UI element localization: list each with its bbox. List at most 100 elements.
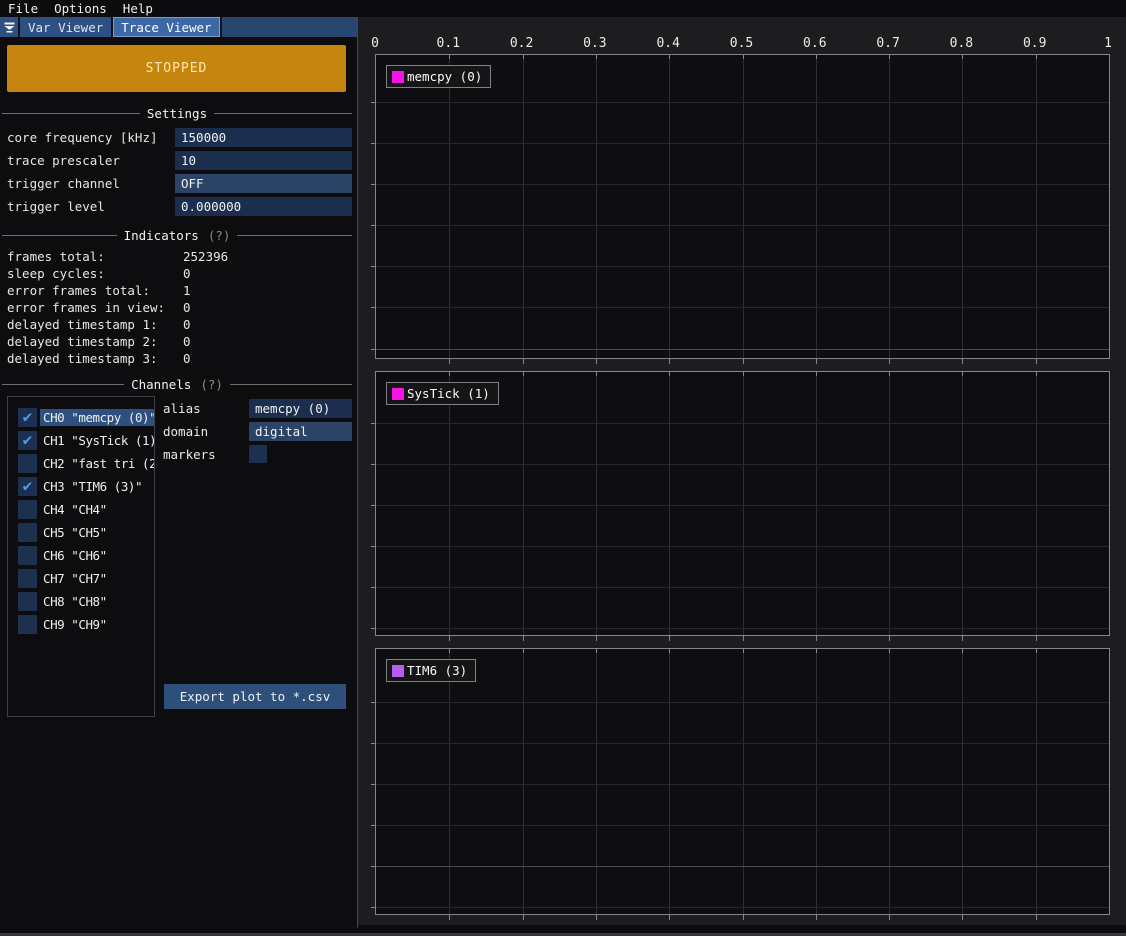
- legend-swatch-icon: [392, 665, 404, 677]
- delayed-timestamp-2-label: delayed timestamp 2:: [7, 333, 158, 350]
- gridline-horizontal: [376, 505, 1109, 506]
- channel-checkbox-ch2[interactable]: [18, 454, 37, 473]
- channel-row-ch0[interactable]: ✔CH0 "memcpy (0)": [8, 406, 154, 429]
- channel-checkbox-ch4[interactable]: [18, 500, 37, 519]
- indicator-row-delayed-timestamp-1: delayed timestamp 1:0: [0, 316, 357, 333]
- plot-panel-memcpy-0[interactable]: memcpy (0): [375, 54, 1110, 359]
- app-root: File Options Help Var ViewerTrace Viewer S…: [0, 0, 1126, 936]
- gridline-vertical: [596, 649, 597, 914]
- core-frequency-khz-input[interactable]: 150000: [175, 128, 352, 147]
- channel-row-ch4[interactable]: CH4 "CH4": [8, 498, 154, 521]
- channel-row-ch7[interactable]: CH7 "CH7": [8, 567, 154, 590]
- plot-legend-memcpy-0[interactable]: memcpy (0): [386, 65, 491, 88]
- axis-tick: [371, 743, 375, 744]
- channel-row-ch9[interactable]: CH9 "CH9": [8, 613, 154, 636]
- channel-label-ch7: CH7 "CH7": [40, 570, 154, 587]
- indicator-row-delayed-timestamp-3: delayed timestamp 3:0: [0, 350, 357, 367]
- channel-list: ✔CH0 "memcpy (0)"✔CH1 "SysTick (1)"CH2 "…: [7, 396, 155, 717]
- channel-label-ch8: CH8 "CH8": [40, 593, 154, 610]
- x-axis-tick-label-0: 0: [371, 36, 379, 51]
- sleep-cycles-label: sleep cycles:: [7, 265, 105, 282]
- gridline-horizontal: [376, 423, 1109, 424]
- x-axis-tick-label-0-8: 0.8: [950, 36, 973, 51]
- axis-tick: [962, 55, 963, 59]
- gridline-horizontal: [376, 702, 1109, 703]
- axis-tick: [371, 825, 375, 826]
- plot-legend-systick-1[interactable]: SysTick (1): [386, 382, 499, 405]
- legend-swatch-icon: [392, 71, 404, 83]
- channel-checkbox-ch9[interactable]: [18, 615, 37, 634]
- tab-var-viewer[interactable]: Var Viewer: [20, 17, 113, 37]
- indicators-help-icon[interactable]: (?): [208, 228, 231, 243]
- gridline-horizontal: [376, 784, 1109, 785]
- channels-help-icon[interactable]: (?): [200, 377, 223, 392]
- error-frames-total-label: error frames total:: [7, 282, 150, 299]
- axis-tick: [523, 649, 524, 653]
- x-axis-tick-label-0-7: 0.7: [876, 36, 899, 51]
- channel-label-ch1: CH1 "SysTick (1)": [40, 432, 154, 449]
- trigger-level-input[interactable]: 0.000000: [175, 197, 352, 216]
- axis-tick: [669, 636, 670, 641]
- channels-title: Channels: [131, 377, 191, 392]
- channel-label-ch3: CH3 "TIM6 (3)": [40, 478, 154, 495]
- axis-tick: [889, 636, 890, 641]
- channel-checkbox-ch6[interactable]: [18, 546, 37, 565]
- delayed-timestamp-2-value: 0: [183, 333, 191, 350]
- channel-label-ch0: CH0 "memcpy (0)": [40, 409, 154, 426]
- alias-input[interactable]: memcpy (0): [249, 399, 352, 418]
- plot-legend-tim6-3[interactable]: TIM6 (3): [386, 659, 476, 682]
- channel-row-ch5[interactable]: CH5 "CH5": [8, 521, 154, 544]
- domain-select[interactable]: digital: [249, 422, 352, 441]
- axis-tick: [1036, 372, 1037, 376]
- axis-tick: [371, 423, 375, 424]
- indicator-row-delayed-timestamp-2: delayed timestamp 2: 0: [0, 333, 357, 350]
- gridline-horizontal: [376, 907, 1109, 908]
- axis-tick: [816, 636, 817, 641]
- tab-trace-viewer[interactable]: Trace Viewer: [113, 17, 221, 37]
- axis-tick: [371, 143, 375, 144]
- gridline-horizontal: [376, 628, 1109, 629]
- axis-tick: [743, 359, 744, 364]
- gridline-vertical: [449, 55, 450, 358]
- axis-tick: [523, 55, 524, 59]
- channel-checkbox-ch8[interactable]: [18, 592, 37, 611]
- error-frames-in-view-label: error frames in view:: [7, 299, 165, 316]
- tab-bar: Var ViewerTrace Viewer: [0, 17, 357, 37]
- channel-row-ch6[interactable]: CH6 "CH6": [8, 544, 154, 567]
- axis-tick: [743, 649, 744, 653]
- export-csv-button[interactable]: Export plot to *.csv: [164, 684, 346, 709]
- axis-tick: [743, 372, 744, 376]
- channel-row-ch8[interactable]: CH8 "CH8": [8, 590, 154, 613]
- gridline-vertical: [743, 372, 744, 635]
- menu-help[interactable]: Help: [123, 1, 162, 16]
- axis-tick: [816, 915, 817, 920]
- axis-tick: [669, 359, 670, 364]
- channel-row-ch1[interactable]: ✔CH1 "SysTick (1)": [8, 429, 154, 452]
- gridline-horizontal: [376, 307, 1109, 308]
- channel-checkbox-ch1[interactable]: ✔: [18, 431, 37, 450]
- channel-row-ch3[interactable]: ✔CH3 "TIM6 (3)": [8, 475, 154, 498]
- axis-tick: [889, 55, 890, 59]
- gridline-horizontal: [376, 866, 1109, 867]
- channel-checkbox-ch5[interactable]: [18, 523, 37, 542]
- trace-prescaler-input[interactable]: 10: [175, 151, 352, 170]
- channel-checkbox-ch3[interactable]: ✔: [18, 477, 37, 496]
- chevrons-down-icon[interactable]: [0, 17, 20, 37]
- acquisition-status-button[interactable]: STOPPED: [7, 45, 346, 92]
- channel-checkbox-ch0[interactable]: ✔: [18, 408, 37, 427]
- gridline-vertical: [962, 372, 963, 635]
- legend-label: SysTick (1): [407, 386, 490, 401]
- menu-options[interactable]: Options: [54, 1, 116, 16]
- channel-row-ch2[interactable]: CH2 "fast tri (2)": [8, 452, 154, 475]
- plot-panel-systick-1[interactable]: SysTick (1): [375, 371, 1110, 636]
- axis-tick: [1036, 915, 1037, 920]
- axis-tick: [523, 359, 524, 364]
- menu-file[interactable]: File: [8, 1, 47, 16]
- axis-tick: [596, 55, 597, 59]
- channel-checkbox-ch7[interactable]: [18, 569, 37, 588]
- settings-title: Settings: [147, 106, 207, 121]
- plot-panel-tim6-3[interactable]: TIM6 (3): [375, 648, 1110, 915]
- markers-checkbox[interactable]: [249, 445, 267, 463]
- channel-label-ch2: CH2 "fast tri (2)": [40, 455, 154, 472]
- trigger-channel-select[interactable]: OFF: [175, 174, 352, 193]
